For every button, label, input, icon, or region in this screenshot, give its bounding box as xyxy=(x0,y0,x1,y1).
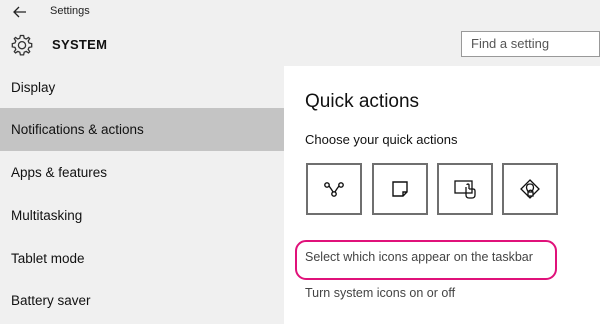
title-bar: Settings xyxy=(0,0,600,24)
connect-icon xyxy=(324,182,344,197)
quick-action-tile-3[interactable] xyxy=(437,163,493,215)
project-icon xyxy=(454,180,476,199)
back-arrow-icon xyxy=(13,6,26,18)
window-title: Settings xyxy=(50,5,90,17)
section-subheading: Choose your quick actions xyxy=(305,132,458,147)
sidebar-item-apps-features[interactable]: Apps & features xyxy=(0,151,284,194)
main-content: Quick actions Choose your quick actions xyxy=(284,66,600,324)
taskbar-icons-link[interactable]: Select which icons appear on the taskbar xyxy=(305,250,533,264)
sidebar-item-display[interactable]: Display xyxy=(0,66,284,109)
gear-icon xyxy=(11,34,33,56)
sidebar-item-tablet-mode[interactable]: Tablet mode xyxy=(0,237,284,280)
page-title: SYSTEM xyxy=(52,37,108,52)
quick-action-tile-2[interactable] xyxy=(372,163,428,215)
quick-action-tile-1[interactable] xyxy=(306,163,362,215)
sidebar-item-multitasking[interactable]: Multitasking xyxy=(0,194,284,237)
note-icon xyxy=(392,181,408,197)
location-icon xyxy=(520,179,540,199)
sidebar-item-battery-saver[interactable]: Battery saver xyxy=(0,279,284,322)
search-input[interactable]: Find a setting xyxy=(461,31,600,57)
section-heading: Quick actions xyxy=(305,91,420,112)
sidebar: Display Notifications & actions Apps & f… xyxy=(0,66,284,324)
header: SYSTEM Find a setting xyxy=(0,24,600,66)
settings-window: Settings SYSTEM Find a setting Display N… xyxy=(0,0,600,324)
sidebar-item-notifications-actions[interactable]: Notifications & actions xyxy=(0,108,284,151)
back-button[interactable] xyxy=(9,3,31,21)
system-icons-link[interactable]: Turn system icons on or off xyxy=(305,286,455,300)
quick-action-tile-4[interactable] xyxy=(502,163,558,215)
